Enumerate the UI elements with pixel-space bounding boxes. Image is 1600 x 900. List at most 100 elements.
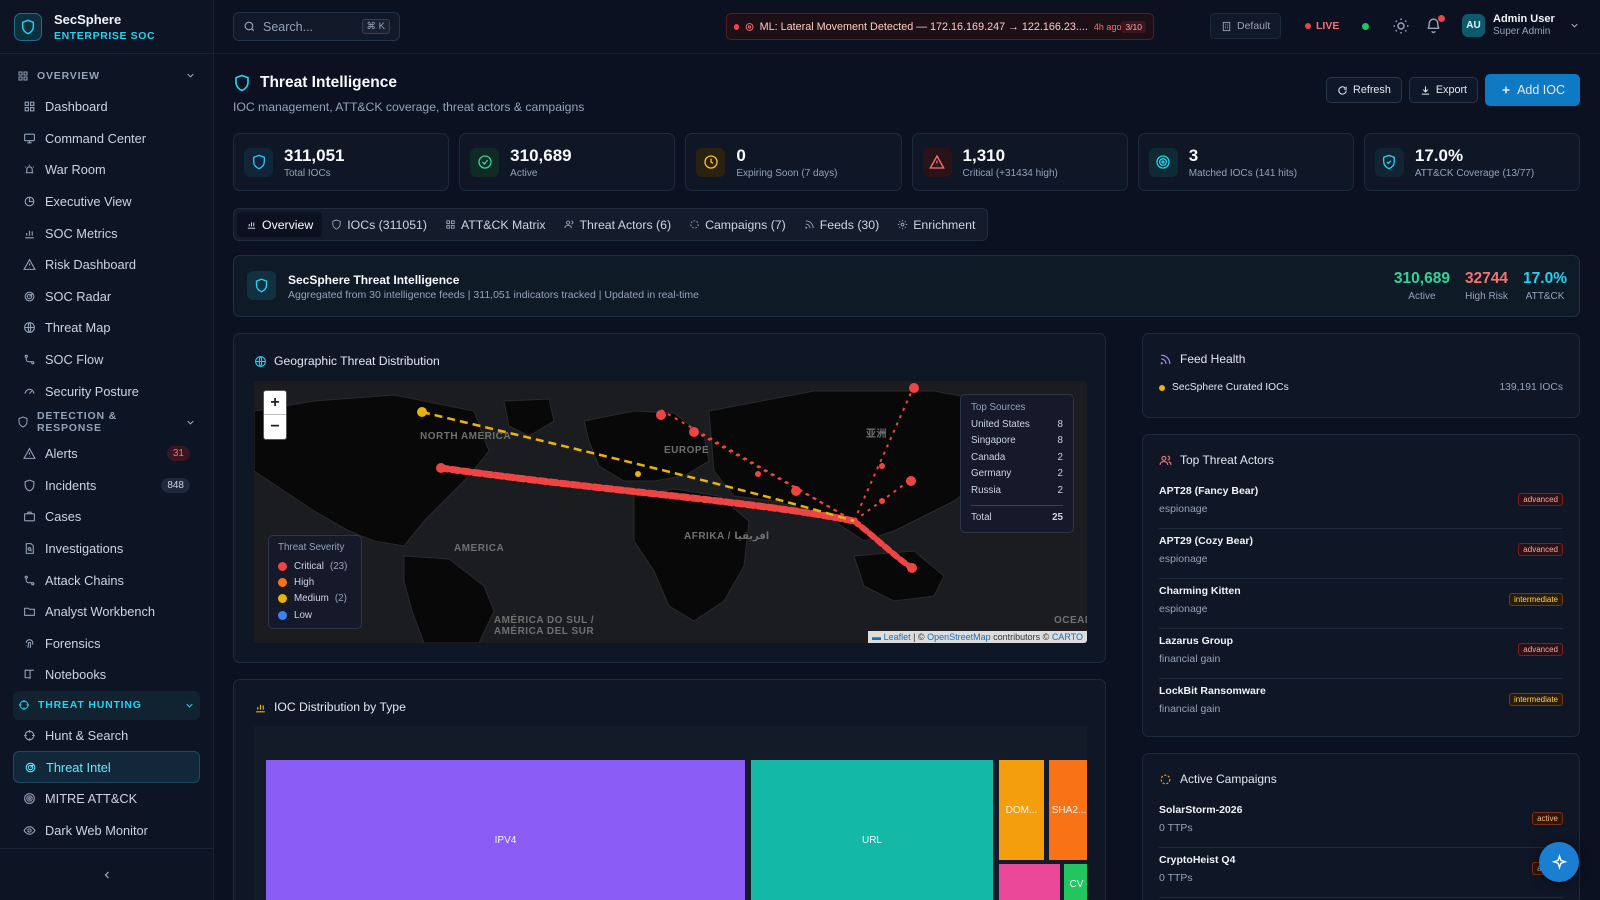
feed-name: SecSphere Curated IOCs: [1172, 382, 1289, 393]
notifications-button[interactable]: [1425, 15, 1445, 37]
refresh-button[interactable]: Refresh: [1326, 77, 1402, 103]
sidebar-item-cases[interactable]: Cases: [0, 501, 213, 533]
collapse-sidebar-button[interactable]: [0, 848, 214, 900]
threat-actor-row[interactable]: LockBit Ransomware financial gain intermed…: [1159, 679, 1563, 729]
tab-iocs[interactable]: IOCs (311051): [322, 212, 436, 237]
sidebar-item-soc-radar[interactable]: SOC Radar: [0, 281, 213, 313]
stat-card-expiring-soon-7-days[interactable]: 0 Expiring Soon (7 days): [685, 133, 902, 191]
sidebar-section-threat-hunting[interactable]: THREAT HUNTING: [13, 690, 200, 720]
treemap-cell[interactable]: SHA2...: [1049, 760, 1087, 860]
warning-icon: [929, 154, 945, 169]
threat-actor-row[interactable]: APT28 (Fancy Bear) espionage advanced: [1159, 479, 1563, 529]
sidebar-item-risk-dashboard[interactable]: Risk Dashboard: [0, 249, 213, 281]
sidebar-section-detection-response[interactable]: DETECTION & RESPONSE: [0, 407, 213, 438]
ioc-dist-title-text: IOC Distribution by Type: [274, 700, 406, 714]
tab-feeds[interactable]: Feeds (30): [795, 212, 888, 237]
campaign-row[interactable]: SolarStorm-2026 0 TTPs active: [1159, 798, 1563, 848]
sidebar-item-soc-metrics[interactable]: SOC Metrics: [0, 217, 213, 249]
tab-overview[interactable]: Overview: [237, 212, 323, 237]
sidebar-item-investigations[interactable]: Investigations: [0, 533, 213, 565]
tab-att-ck-matrix[interactable]: ATT&CK Matrix: [436, 212, 555, 237]
sidebar-item-dark-web-monitor[interactable]: Dark Web Monitor: [0, 814, 213, 846]
alert-ticker[interactable]: ML: Lateral Movement Detected — 172.16.1…: [726, 13, 1154, 40]
brand-name: SecSphere: [54, 11, 122, 27]
radar-icon: [25, 762, 36, 772]
sidebar-item-executive-view[interactable]: Executive View: [0, 186, 213, 218]
sidebar-item-attack-chains[interactable]: Attack Chains: [0, 564, 213, 596]
treemap-cell[interactable]: DOM...: [999, 760, 1044, 860]
actor-level-badge: advanced: [1518, 643, 1563, 656]
section-label: DETECTION & RESPONSE: [37, 410, 117, 435]
tab-label: IOCs (311051): [347, 217, 427, 232]
actor-name: LockBit Ransomware: [1159, 685, 1266, 697]
treemap-cell[interactable]: [999, 864, 1060, 900]
sidebar-item-hunt-search[interactable]: Hunt & Search: [0, 720, 213, 752]
sidebar-item-notebooks[interactable]: Notebooks: [0, 659, 213, 691]
carto-link[interactable]: CARTO: [1052, 632, 1083, 642]
add-ioc-button[interactable]: Add IOC: [1485, 74, 1580, 106]
threat-actor-row[interactable]: Lazarus Group financial gain advanced: [1159, 629, 1563, 679]
sidebar-item-label: Command Center: [45, 130, 146, 146]
export-button[interactable]: Export: [1408, 77, 1479, 103]
crosshair-icon: [19, 700, 29, 711]
top-sources-total: Total 25: [971, 504, 1063, 523]
stat-card-att-ck-coverage-13-77[interactable]: 17.0% ATT&CK Coverage (13/77): [1363, 133, 1581, 191]
sidebar-item-analyst-workbench[interactable]: Analyst Workbench: [0, 596, 213, 628]
crosshair-icon: [24, 730, 35, 741]
sidebar-item-incidents[interactable]: Incidents 848: [0, 470, 213, 502]
source-name: Canada: [971, 451, 1006, 463]
live-indicator[interactable]: LIVE: [1305, 20, 1339, 32]
sidebar-item-war-room[interactable]: War Room: [0, 154, 213, 186]
environment-selector[interactable]: Default: [1210, 13, 1282, 39]
ioc-treemap: IPV4 URL DOM... SHA2... CV: [254, 726, 1087, 900]
users-icon: [1159, 454, 1172, 467]
alert-icon: [746, 22, 754, 31]
threat-map[interactable]: + − NORTH AMERICA EUROPE AFRIKA / افريقي…: [254, 381, 1087, 643]
book-icon: [24, 670, 34, 680]
brand[interactable]: SecSphere ENTERPRISE SOC: [0, 0, 213, 54]
treemap-cell[interactable]: URL: [751, 760, 993, 900]
tab-label: Campaigns (7): [705, 217, 786, 232]
user-menu[interactable]: AU Admin User Super Admin: [1462, 13, 1580, 37]
stat-card-total-iocs[interactable]: 311,051 Total IOCs: [233, 133, 450, 191]
sidebar-section-overview[interactable]: OVERVIEW: [0, 60, 213, 91]
treemap-cell[interactable]: IPV4: [266, 760, 745, 900]
zoom-in-button[interactable]: +: [264, 391, 286, 415]
ai-assistant-button[interactable]: [1539, 842, 1579, 882]
treemap-cell[interactable]: CV: [1064, 864, 1087, 900]
threat-actor-row[interactable]: Charming Kitten espionage intermediate: [1159, 579, 1563, 629]
sidebar-item-soc-flow[interactable]: SOC Flow: [0, 344, 213, 376]
banner-stat-value: 17.0%: [1523, 270, 1567, 287]
tab-enrichment[interactable]: Enrichment: [888, 212, 984, 237]
search-input[interactable]: Search... ⌘ K: [233, 12, 400, 41]
chevron-down-icon: [1571, 23, 1578, 28]
tab-threat-actors[interactable]: Threat Actors (6): [555, 212, 681, 237]
leaflet-link[interactable]: Leaflet: [884, 632, 911, 642]
feed-status-dot: [1159, 384, 1165, 391]
sidebar-item-alerts[interactable]: Alerts 31: [0, 438, 213, 470]
sidebar-item-command-center[interactable]: Command Center: [0, 123, 213, 155]
tab-campaigns[interactable]: Campaigns (7): [680, 212, 795, 237]
threat-actor-row[interactable]: APT29 (Cozy Bear) espionage advanced: [1159, 529, 1563, 579]
theme-toggle-button[interactable]: [1392, 17, 1410, 38]
stat-card-active[interactable]: 310,689 Active: [459, 133, 676, 191]
campaign-row[interactable]: CryptoHeist Q40 TTPsactive: [1159, 848, 1563, 898]
sidebar-item-label: Security Posture: [45, 383, 139, 399]
environment-label: Default: [1237, 20, 1271, 32]
campaign-name: CryptoHeist Q4: [1159, 854, 1236, 866]
attribution-text: contributors ©: [993, 632, 1050, 642]
sidebar-item-dashboard[interactable]: Dashboard: [0, 91, 213, 123]
feed-row[interactable]: SecSphere Curated IOCs 139,191 IOCs: [1159, 382, 1563, 393]
globe-icon: [254, 355, 267, 368]
sidebar-item-mitre-att-ck[interactable]: MITRE ATT&CK: [0, 783, 213, 815]
legend-count: (23): [329, 560, 348, 572]
sidebar-item-forensics[interactable]: Forensics: [0, 628, 213, 660]
zoom-out-button[interactable]: −: [264, 415, 286, 439]
sidebar-item-security-posture[interactable]: Security Posture: [0, 375, 213, 407]
sidebar-item-threat-map[interactable]: Threat Map: [0, 312, 213, 344]
osm-link[interactable]: OpenStreetMap: [927, 632, 991, 642]
stat-card-matched-iocs-141-hits[interactable]: 3 Matched IOCs (141 hits): [1137, 133, 1354, 191]
sidebar-item-threat-intel[interactable]: Threat Intel: [13, 751, 200, 783]
sidebar-item-label: Notebooks: [45, 667, 107, 683]
stat-card-critical-31434-high[interactable]: 1,310 Critical (+31434 high): [911, 133, 1128, 191]
